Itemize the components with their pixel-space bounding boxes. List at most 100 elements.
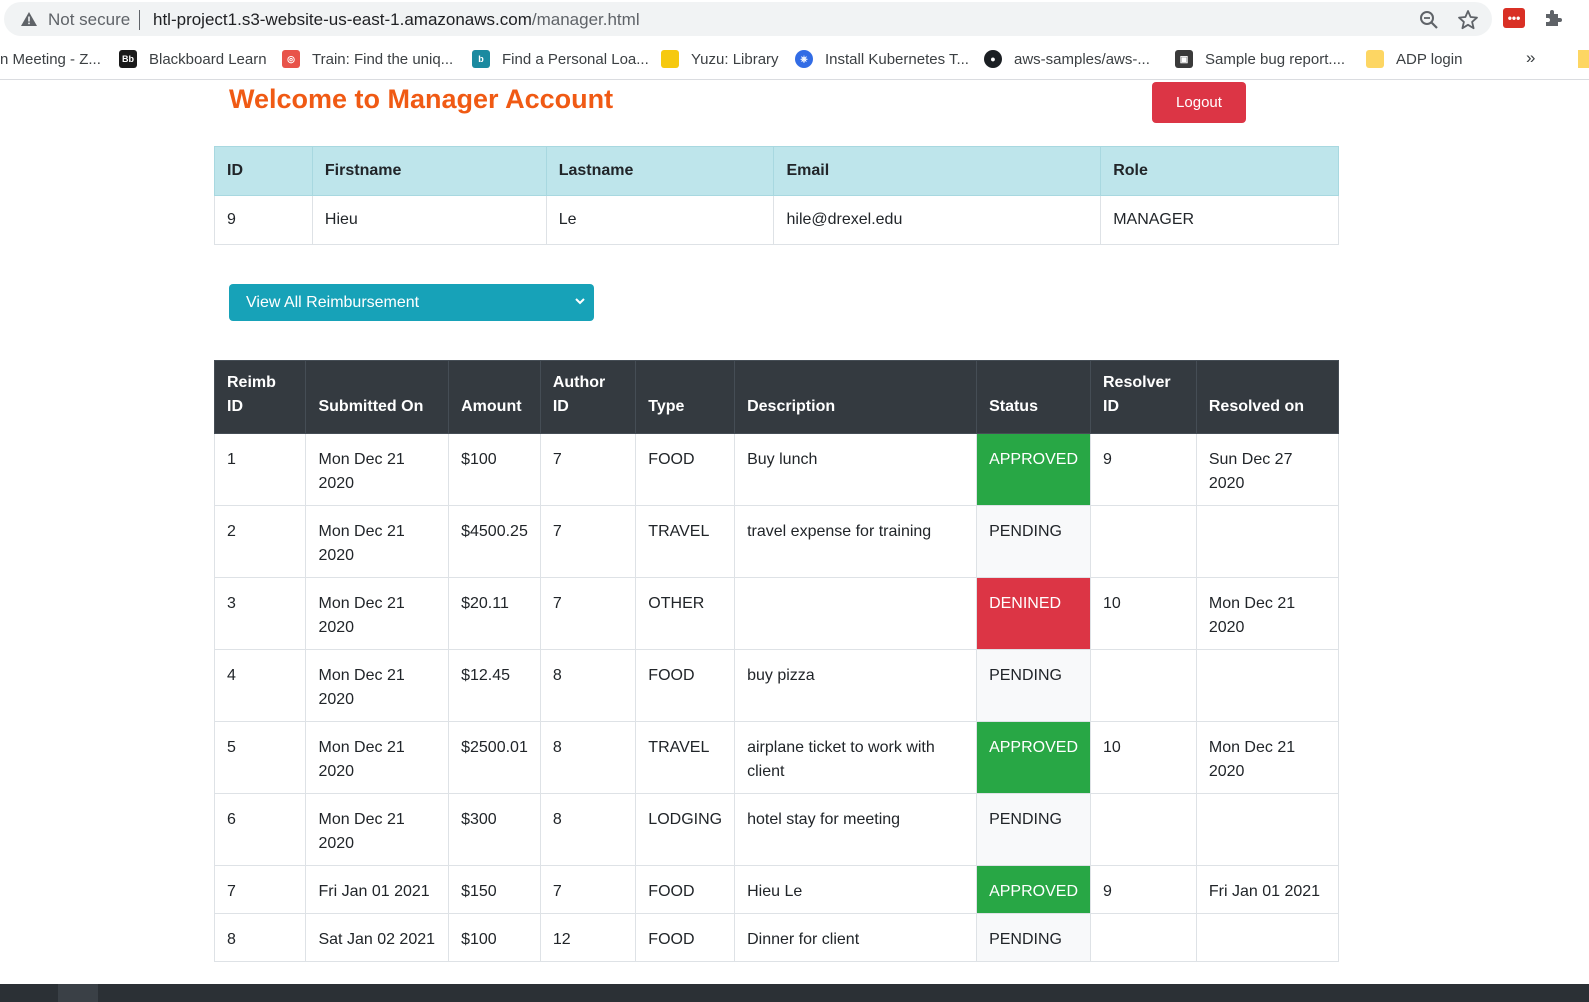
reimb-id: 3 xyxy=(213,577,307,650)
column-header-line: Status xyxy=(989,398,1038,415)
submitted-on: Mon Dec 21 2020 xyxy=(305,505,450,578)
user-lastname: Le xyxy=(545,195,775,245)
amount: $150 xyxy=(448,865,541,914)
bookmark-blackboard[interactable]: Bb Blackboard Learn xyxy=(119,48,267,70)
amount: $100 xyxy=(448,913,541,962)
column-header: Status xyxy=(976,360,1091,434)
bookmark-personal-loan[interactable]: b Find a Personal Loa... xyxy=(472,48,649,70)
column-header-line: Description xyxy=(747,398,836,415)
status-cell: PENDING xyxy=(976,649,1091,722)
description: airplane ticket to work with client xyxy=(734,721,978,794)
extensions-puzzle-icon[interactable] xyxy=(1542,7,1564,29)
type: FOOD xyxy=(635,913,736,962)
type: LODGING xyxy=(635,793,736,866)
type: OTHER xyxy=(635,577,736,650)
submitted-on: Mon Dec 21 2020 xyxy=(305,649,450,722)
submitted-on: Mon Dec 21 2020 xyxy=(305,433,450,506)
resolver-id xyxy=(1090,913,1197,962)
bookmark-folder-icon[interactable] xyxy=(1578,50,1589,68)
column-header-line: Type xyxy=(648,398,685,415)
reimb-id: 1 xyxy=(213,433,307,506)
loan-icon: b xyxy=(472,50,490,68)
column-header: Type xyxy=(635,360,736,434)
status-cell: PENDING xyxy=(976,505,1091,578)
bookmark-label: Sample bug report.... xyxy=(1205,50,1346,68)
bookmark-label: n Meeting - Z... xyxy=(0,50,101,68)
author-id: 7 xyxy=(539,865,637,914)
bookmark-kubernetes[interactable]: ⎈ Install Kubernetes T... xyxy=(795,48,969,70)
adp-icon xyxy=(1366,50,1384,68)
description xyxy=(734,577,978,650)
bug-report-icon: ▣ xyxy=(1175,50,1193,68)
table-row: 4 Mon Dec 21 2020 $12.45 8 FOOD buy pizza PEND… xyxy=(213,649,1340,722)
bookmark-label: aws-samples/aws-... xyxy=(1014,50,1150,68)
address-bar[interactable]: Not secure htl-project1.s3-website-us-ea… xyxy=(4,2,1492,36)
table-row: 7 Fri Jan 01 2021 $150 7 FOOD Hieu Le APPROVED… xyxy=(213,865,1340,914)
amount: $300 xyxy=(448,793,541,866)
reimb-id: 5 xyxy=(213,721,307,794)
table-row: 5 Mon Dec 21 2020 $2500.01 8 TRAVEL airplane … xyxy=(213,721,1340,794)
security-label[interactable]: Not secure xyxy=(48,10,130,30)
submitted-on: Mon Dec 21 2020 xyxy=(305,721,450,794)
description: Buy lunch xyxy=(734,433,978,506)
column-header-line: ID xyxy=(227,398,243,415)
description: hotel stay for meeting xyxy=(734,793,978,866)
resolved-on xyxy=(1195,505,1340,578)
bookmark-label: Install Kubernetes T... xyxy=(825,50,969,68)
more-bookmarks-button[interactable]: » xyxy=(1526,48,1535,68)
bookmark-sample-bug-report[interactable]: ▣ Sample bug report.... xyxy=(1175,48,1345,70)
bookmark-star-icon[interactable] xyxy=(1457,9,1479,31)
column-header: Submitted On xyxy=(305,360,450,434)
submitted-on: Fri Jan 01 2021 xyxy=(305,865,450,914)
table-row: 8 Sat Jan 02 2021 $100 12 FOOD Dinner for cli… xyxy=(213,913,1340,962)
status-cell: PENDING xyxy=(976,913,1091,962)
resolved-on xyxy=(1195,649,1340,722)
bookmarks-bar: n Meeting - Z... Bb Blackboard Learn ◎ Tra… xyxy=(0,40,1589,80)
bookmark-github[interactable]: ● aws-samples/aws-... xyxy=(984,48,1150,70)
browser-toolbar: Not secure htl-project1.s3-website-us-ea… xyxy=(0,0,1589,38)
column-header: Reimb ID xyxy=(213,360,307,434)
bookmark-zoom-meeting[interactable]: n Meeting - Z... xyxy=(0,48,101,70)
column-header: Resolved on xyxy=(1195,360,1340,434)
extension-icon[interactable]: ••• xyxy=(1503,8,1525,28)
table-row: 3 Mon Dec 21 2020 $20.11 7 OTHER DENINED 10 Mon… xyxy=(213,577,1340,650)
reimb-id: 2 xyxy=(213,505,307,578)
column-header: Email xyxy=(773,146,1102,196)
zoom-icon[interactable] xyxy=(1418,9,1440,31)
url-host: htl-project1.s3-website-us-east-1.amazon… xyxy=(153,10,532,29)
logout-button[interactable]: Logout xyxy=(1152,82,1246,123)
submitted-on: Mon Dec 21 2020 xyxy=(305,577,450,650)
column-header: Description xyxy=(734,360,978,434)
bookmark-yuzu[interactable]: Yuzu: Library xyxy=(661,48,779,70)
column-header-line: Submitted On xyxy=(318,398,424,415)
type: TRAVEL xyxy=(635,721,736,794)
column-header-line: Author xyxy=(552,374,606,391)
resolved-on xyxy=(1195,793,1340,866)
taskbar xyxy=(0,984,1589,1002)
resolver-id: 9 xyxy=(1090,865,1197,914)
warning-icon[interactable] xyxy=(20,11,38,27)
resolver-id xyxy=(1090,793,1197,866)
user-table-header-row: ID Firstname Lastname Email Role xyxy=(214,146,1339,196)
reimb-id: 4 xyxy=(213,649,307,722)
column-header: ID xyxy=(214,146,313,196)
status-cell: DENINED xyxy=(976,577,1091,650)
user-row: 9 Hieu Le hile@drexel.edu MANAGER xyxy=(214,195,1339,245)
description: travel expense for training xyxy=(734,505,978,578)
taskbar-item[interactable] xyxy=(58,984,98,1002)
table-row: 2 Mon Dec 21 2020 $4500.25 7 TRAVEL travel ex… xyxy=(213,505,1340,578)
column-header: Lastname xyxy=(545,146,775,196)
author-id: 7 xyxy=(539,433,637,506)
reimbursement-filter-select[interactable]: View All Reimbursement xyxy=(229,284,594,321)
description: buy pizza xyxy=(734,649,978,722)
column-header: Firstname xyxy=(311,146,547,196)
table-row: 1 Mon Dec 21 2020 $100 7 FOOD Buy lunch APPROV… xyxy=(213,433,1340,506)
bookmark-adp-login[interactable]: ADP login xyxy=(1366,48,1462,70)
user-role: MANAGER xyxy=(1100,195,1339,245)
column-header: Resolver ID xyxy=(1090,360,1197,434)
reimb-id: 8 xyxy=(213,913,307,962)
resolver-id xyxy=(1090,649,1197,722)
user-firstname: Hieu xyxy=(311,195,547,245)
url-text[interactable]: htl-project1.s3-website-us-east-1.amazon… xyxy=(153,10,640,30)
bookmark-train[interactable]: ◎ Train: Find the uniq... xyxy=(282,48,453,70)
